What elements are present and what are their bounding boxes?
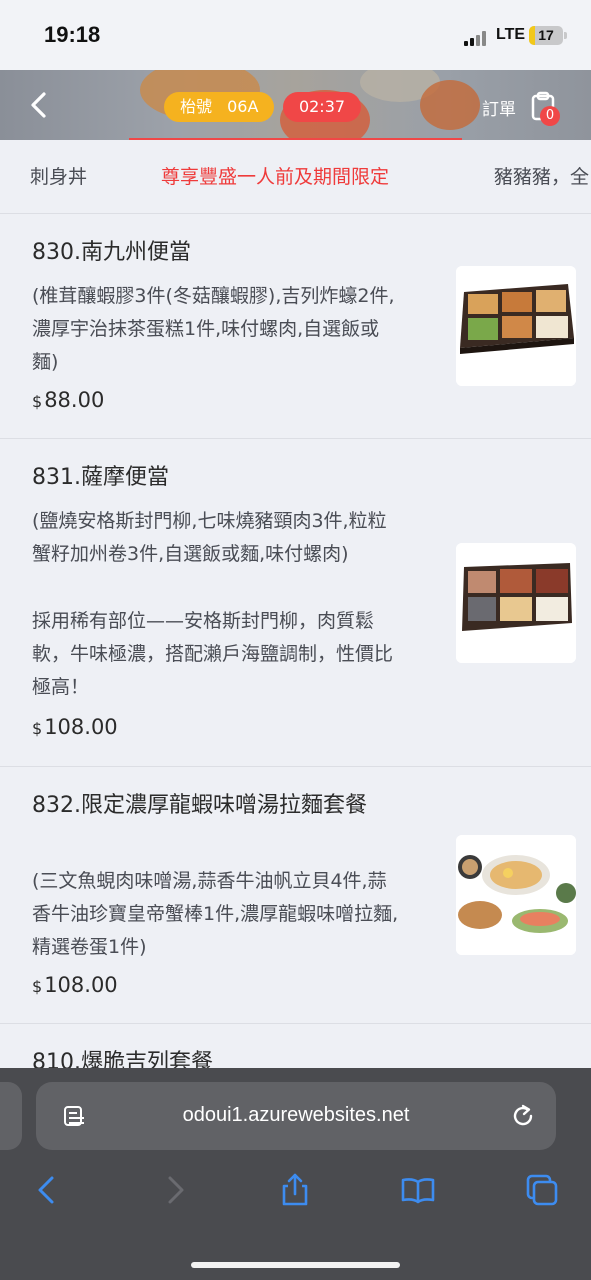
menu-item[interactable]: 830.南九州便當 (椎茸釀蝦膠3件(冬菇釀蝦膠),吉列炸蠔2件,濃厚宇治抹茶蛋… xyxy=(0,214,591,439)
battery-level: 17 xyxy=(538,27,554,43)
tab-premium-limited[interactable]: 尊享豐盛一人前及期間限定 xyxy=(161,162,389,189)
category-tabs: 刺身丼 尊享豐盛一人前及期間限定 豬豬豬，全 xyxy=(0,140,591,214)
browser-forward-icon xyxy=(168,1176,184,1204)
bookmarks-icon[interactable] xyxy=(400,1172,436,1208)
reload-icon[interactable] xyxy=(510,1103,536,1129)
menu-item[interactable]: 832.限定濃厚龍蝦味噌湯拉麵套餐 (三文魚蜆肉味噌湯,蒜香牛油帆立貝4件,蒜香… xyxy=(0,767,591,1024)
tab-sashimi-don[interactable]: 刺身丼 xyxy=(30,162,87,189)
browser-toolbar: odoui1.azurewebsites.net xyxy=(0,1068,591,1280)
table-number-badge: 枱號 06A xyxy=(164,92,275,122)
item-description: (三文魚蜆肉味噌湯,蒜香牛油帆立貝4件,蒜香牛油珍寶皇帝蟹棒1件,濃厚龍蝦味噌拉… xyxy=(32,870,399,958)
table-label: 枱號 xyxy=(180,97,213,116)
share-icon[interactable] xyxy=(277,1172,313,1208)
menu-item[interactable]: 831.薩摩便當 (鹽燒安格斯封門柳,七味燒豬頸肉3件,粒粒蟹籽加州卷3件,自選… xyxy=(0,439,591,767)
menu-panel: 刺身丼 尊享豐盛一人前及期間限定 豬豬豬，全 830.南九州便當 (椎茸釀蝦膠3… xyxy=(0,140,591,1075)
item-name: 831.薩摩便當 xyxy=(32,465,169,490)
order-count-badge: 0 xyxy=(540,106,560,126)
timer-badge: 02:37 xyxy=(283,92,361,122)
item-price: $88.00 xyxy=(32,388,105,412)
battery-icon: 17 xyxy=(529,26,563,45)
back-icon[interactable] xyxy=(26,90,52,120)
table-number: 06A xyxy=(227,97,259,116)
ramen-set-image[interactable] xyxy=(456,835,576,955)
network-label: LTE xyxy=(496,26,526,43)
address-bar[interactable]: odoui1.azurewebsites.net xyxy=(36,1082,556,1150)
item-price: $108.00 xyxy=(32,973,118,997)
tab-pork[interactable]: 豬豬豬，全 xyxy=(494,162,589,189)
header-bar: 枱號 06A 02:37 訂單 0 xyxy=(0,70,591,140)
tabs-icon[interactable] xyxy=(524,1172,560,1208)
item-description: (椎茸釀蝦膠3件(冬菇釀蝦膠),吉列炸蠔2件,濃厚宇治抹茶蛋糕1件,味付螺肉,自… xyxy=(32,285,395,373)
clock: 19:18 xyxy=(44,22,101,47)
bento-image[interactable] xyxy=(456,266,576,386)
url-text: odoui1.azurewebsites.net xyxy=(182,1104,410,1126)
item-name: 830.南九州便當 xyxy=(32,240,191,265)
item-note: 採用稀有部位——安格斯封門柳，肉質鬆軟，牛味極濃，搭配瀨戶海鹽調制，性價比極高！ xyxy=(32,610,394,698)
order-label[interactable]: 訂單 xyxy=(482,95,516,120)
item-description: (鹽燒安格斯封門柳,七味燒豬頸肉3件,粒粒蟹籽加州卷3件,自選飯或麵,味付螺肉) xyxy=(32,510,387,565)
status-bar: 19:18 LTE 17 xyxy=(0,0,591,70)
home-indicator xyxy=(191,1262,400,1268)
bento-image[interactable] xyxy=(456,543,576,663)
signal-icon xyxy=(464,30,490,46)
item-name: 832.限定濃厚龍蝦味噌湯拉麵套餐 xyxy=(32,793,367,818)
item-price: $108.00 xyxy=(32,715,118,739)
browser-back-icon[interactable] xyxy=(30,1172,66,1208)
previous-tab-peek[interactable] xyxy=(0,1082,22,1150)
